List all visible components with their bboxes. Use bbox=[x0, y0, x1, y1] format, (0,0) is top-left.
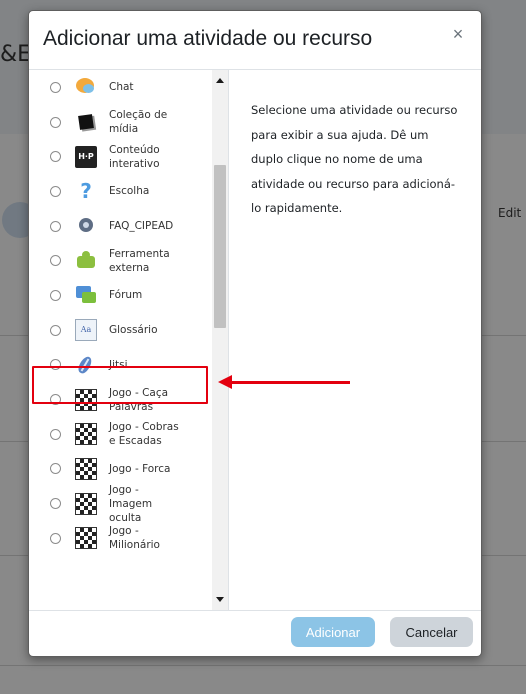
dialog-title: Adicionar uma atividade ou recurso bbox=[43, 27, 373, 50]
puzzle-icon bbox=[75, 250, 97, 272]
annotation-arrow-line bbox=[230, 381, 350, 384]
arrow-left-icon bbox=[218, 375, 232, 389]
option-radio[interactable] bbox=[50, 220, 61, 232]
scrollbar-thumb[interactable] bbox=[214, 165, 226, 328]
option-label: Chat bbox=[109, 81, 134, 94]
activity-chooser-dialog: Adicionar uma atividade ou recurso × Cha… bbox=[28, 10, 482, 657]
edit-link-fragment: Edit bbox=[498, 206, 522, 220]
media-collection-icon bbox=[75, 111, 97, 133]
chat-icon bbox=[75, 76, 97, 98]
option-item[interactable]: ? Escolha bbox=[29, 174, 228, 209]
game-board-icon bbox=[75, 457, 97, 480]
option-label: FAQ_CIPEAD bbox=[109, 220, 174, 233]
option-label: Jogo - Imagem oculta bbox=[109, 483, 153, 524]
scroll-down-arrow-icon[interactable] bbox=[216, 597, 224, 602]
option-label: Jogo - Milionário bbox=[109, 525, 160, 552]
h5p-icon: H·P bbox=[75, 145, 97, 168]
option-label: Jogo - Forca bbox=[109, 462, 171, 475]
option-item[interactable]: Aa Glossário bbox=[29, 313, 228, 348]
option-radio[interactable] bbox=[50, 151, 61, 163]
glossary-icon: Aa bbox=[75, 319, 97, 342]
game-board-icon bbox=[75, 492, 97, 515]
divider bbox=[0, 665, 526, 666]
forum-icon bbox=[75, 284, 97, 306]
page-title-fragment: &E bbox=[0, 42, 32, 67]
option-item[interactable]: Chat bbox=[29, 70, 228, 105]
option-label: Fórum bbox=[109, 289, 143, 302]
option-radio[interactable] bbox=[50, 255, 61, 267]
options-list: Chat Coleção de mídia H·P Conteúdo interati… bbox=[29, 70, 229, 610]
option-label: Ferramenta externa bbox=[109, 247, 170, 274]
option-item[interactable]: H·P Conteúdo interativo bbox=[29, 139, 228, 174]
dialog-header: Adicionar uma atividade ou recurso × bbox=[29, 11, 481, 69]
option-label: Escolha bbox=[109, 185, 150, 198]
option-radio[interactable] bbox=[50, 81, 61, 93]
option-item[interactable]: Coleção de mídia bbox=[29, 105, 228, 140]
option-item[interactable]: Fórum bbox=[29, 278, 228, 313]
option-radio[interactable] bbox=[50, 116, 61, 128]
option-radio[interactable] bbox=[50, 498, 61, 510]
option-radio[interactable] bbox=[50, 185, 61, 197]
highlight-box-jitsi bbox=[32, 366, 208, 404]
scroll-up-arrow-icon[interactable] bbox=[216, 78, 224, 83]
faq-icon bbox=[75, 215, 97, 237]
option-item[interactable]: Jogo - Forca bbox=[29, 452, 228, 487]
option-radio[interactable] bbox=[50, 324, 61, 336]
dialog-footer: Adicionar Cancelar bbox=[29, 609, 481, 656]
option-item[interactable]: Jogo - Milionário bbox=[29, 521, 228, 556]
option-label: Jogo - Cobras e Escadas bbox=[109, 421, 179, 448]
option-item[interactable]: FAQ_CIPEAD bbox=[29, 209, 228, 244]
close-button[interactable]: × bbox=[449, 25, 467, 43]
option-radio[interactable] bbox=[50, 428, 61, 440]
option-radio[interactable] bbox=[50, 532, 61, 544]
options-scrollbar[interactable] bbox=[212, 70, 228, 610]
option-label: Glossário bbox=[109, 324, 158, 337]
option-radio[interactable] bbox=[50, 289, 61, 301]
game-board-icon bbox=[75, 527, 97, 550]
option-item[interactable]: Ferramenta externa bbox=[29, 243, 228, 278]
question-icon: ? bbox=[80, 179, 92, 204]
option-label: Coleção de mídia bbox=[109, 109, 168, 136]
close-icon: × bbox=[452, 24, 464, 44]
chooser-body: Chat Coleção de mídia H·P Conteúdo interati… bbox=[29, 69, 481, 611]
option-label: Conteúdo interativo bbox=[109, 143, 160, 170]
add-button[interactable]: Adicionar bbox=[291, 617, 375, 647]
option-radio[interactable] bbox=[50, 463, 61, 475]
option-item[interactable]: Jogo - Cobras e Escadas bbox=[29, 417, 228, 452]
option-item[interactable]: Jogo - Imagem oculta bbox=[29, 484, 228, 524]
cancel-button[interactable]: Cancelar bbox=[390, 617, 473, 647]
game-board-icon bbox=[75, 423, 97, 446]
help-text: Selecione uma atividade ou recurso para … bbox=[251, 103, 458, 215]
